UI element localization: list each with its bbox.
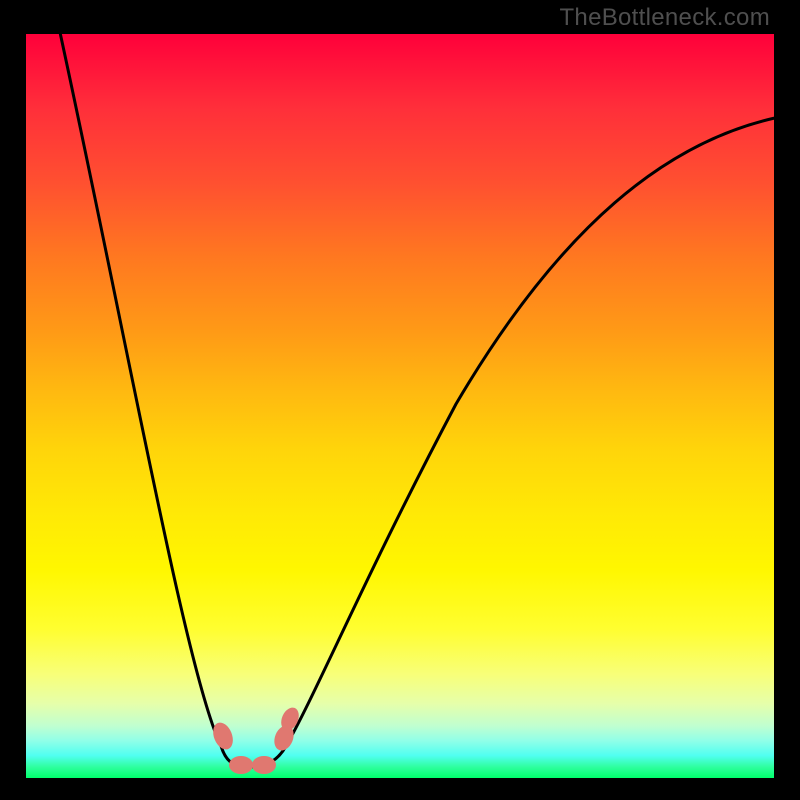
curve-marker [229,756,253,774]
watermark-text: TheBottleneck.com [559,4,770,32]
curve-markers [209,705,302,774]
chart-svg [26,34,774,778]
chart-area [26,34,774,778]
curve-marker [252,756,276,774]
bottleneck-curve [56,34,774,767]
